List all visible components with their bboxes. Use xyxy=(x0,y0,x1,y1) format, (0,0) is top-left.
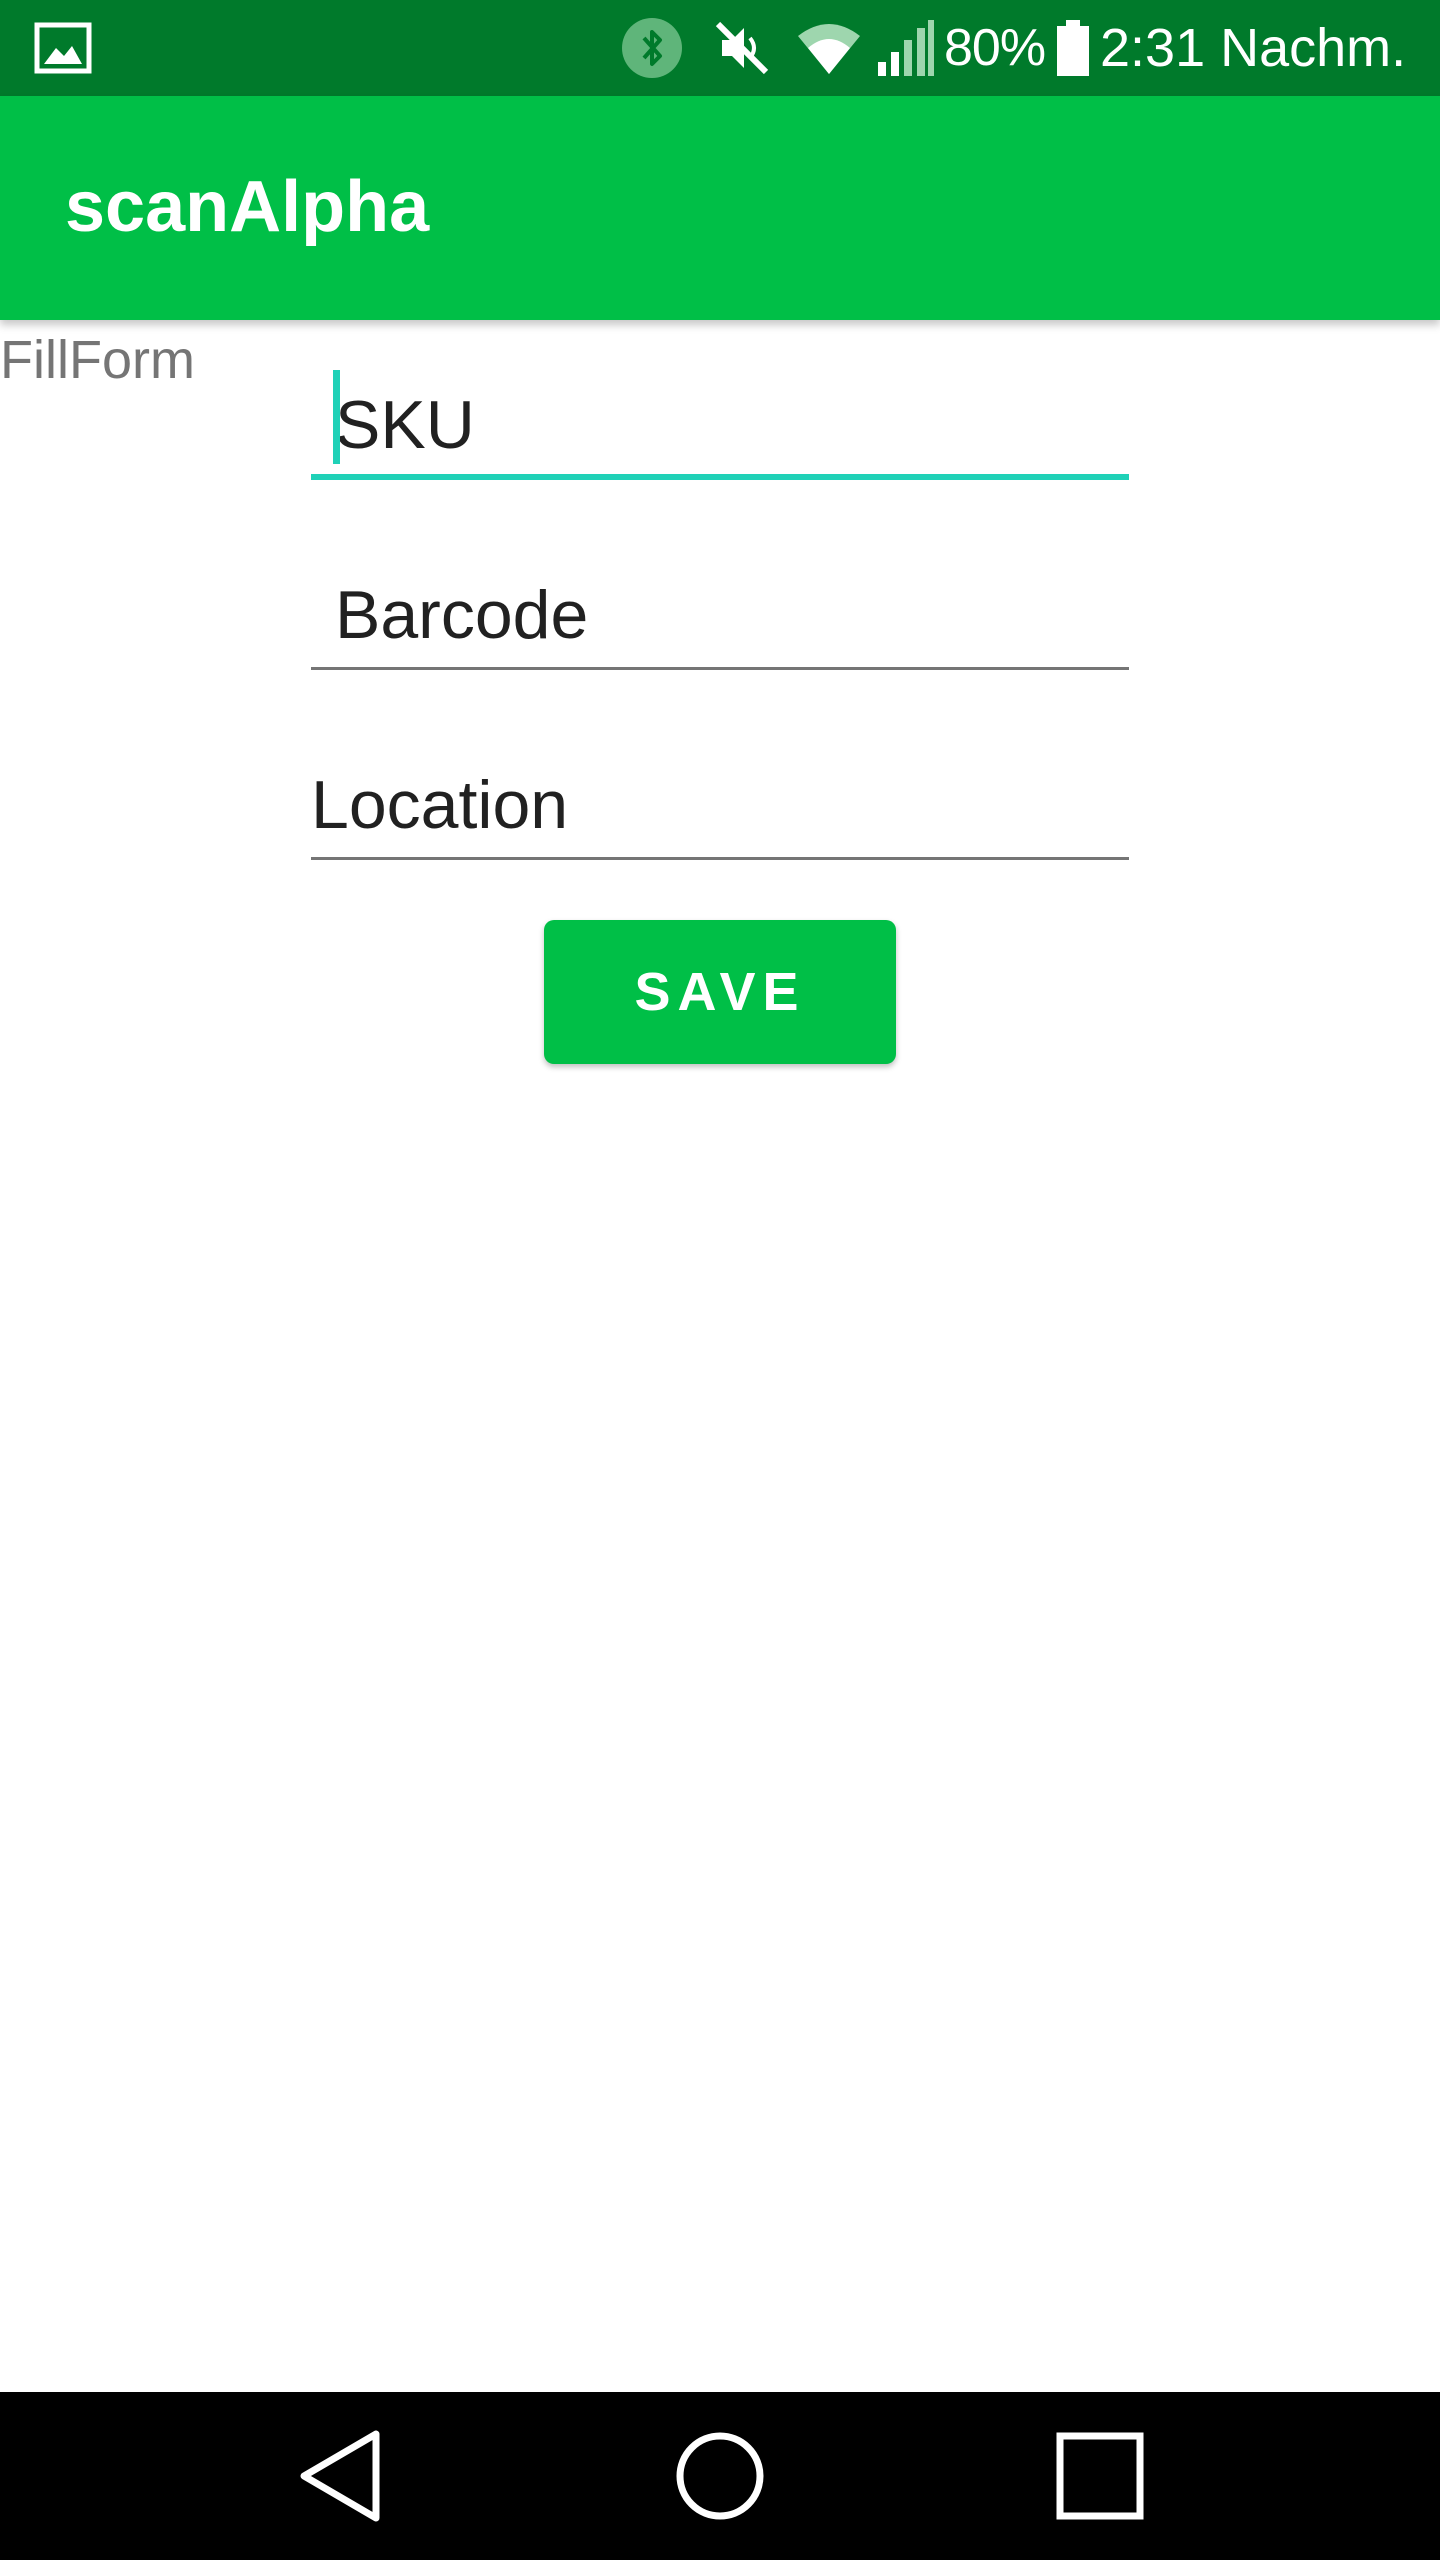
text-cursor xyxy=(333,370,340,464)
bluetooth-icon xyxy=(622,18,682,78)
save-button[interactable]: SAVE xyxy=(544,920,896,1064)
sku-underline xyxy=(311,474,1129,480)
clock: 2:31 Nachm. xyxy=(1100,18,1407,78)
navigation-bar xyxy=(0,2392,1440,2560)
cell-signal-icon xyxy=(878,20,934,76)
app-screen: 80% 2:31 Nachm. scanAlpha FillForm SAVE xyxy=(0,0,1440,2560)
app-title: scanAlpha xyxy=(65,167,430,247)
mute-icon xyxy=(715,21,769,75)
sku-input[interactable] xyxy=(311,370,1129,480)
location-underline xyxy=(311,857,1129,860)
barcode-input[interactable] xyxy=(311,560,1129,670)
home-icon[interactable] xyxy=(660,2416,780,2536)
location-input[interactable] xyxy=(311,750,1129,860)
form-label: FillForm xyxy=(0,330,195,390)
recents-icon[interactable] xyxy=(1040,2416,1160,2536)
barcode-underline xyxy=(311,667,1129,670)
status-bar: 80% 2:31 Nachm. xyxy=(0,0,1440,96)
app-bar: scanAlpha xyxy=(0,96,1440,320)
sku-field xyxy=(311,370,1129,480)
battery-icon xyxy=(1057,20,1089,76)
location-field xyxy=(311,750,1129,860)
wifi-icon xyxy=(798,24,860,74)
battery-percent: 80% xyxy=(944,19,1046,77)
back-icon[interactable] xyxy=(280,2416,400,2536)
gallery-icon xyxy=(34,22,92,74)
barcode-field xyxy=(311,560,1129,670)
